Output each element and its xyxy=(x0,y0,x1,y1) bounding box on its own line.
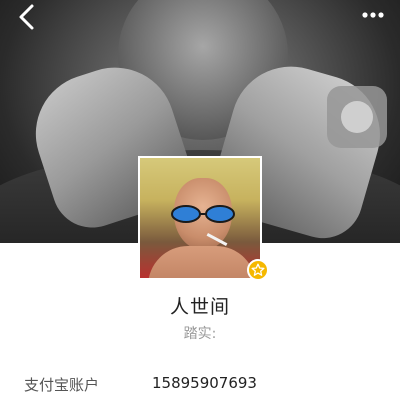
alipay-account-value[interactable]: 15895907693 xyxy=(152,374,257,392)
profile-name: 人世间 xyxy=(169,296,230,318)
assistive-touch-button[interactable] xyxy=(327,86,387,148)
avatar-body xyxy=(148,246,256,278)
sunglasses-icon xyxy=(171,205,235,223)
back-button[interactable] xyxy=(8,2,44,32)
profile-remark: 踏实: xyxy=(183,326,217,342)
star-icon xyxy=(251,263,265,276)
more-horizontal-icon xyxy=(362,12,384,18)
more-button[interactable] xyxy=(356,4,390,26)
assistive-touch-icon xyxy=(341,101,373,133)
alipay-account-label: 支付宝账户 xyxy=(24,376,100,394)
star-badge xyxy=(247,259,269,281)
avatar[interactable] xyxy=(138,156,262,280)
chevron-left-icon xyxy=(19,4,34,30)
